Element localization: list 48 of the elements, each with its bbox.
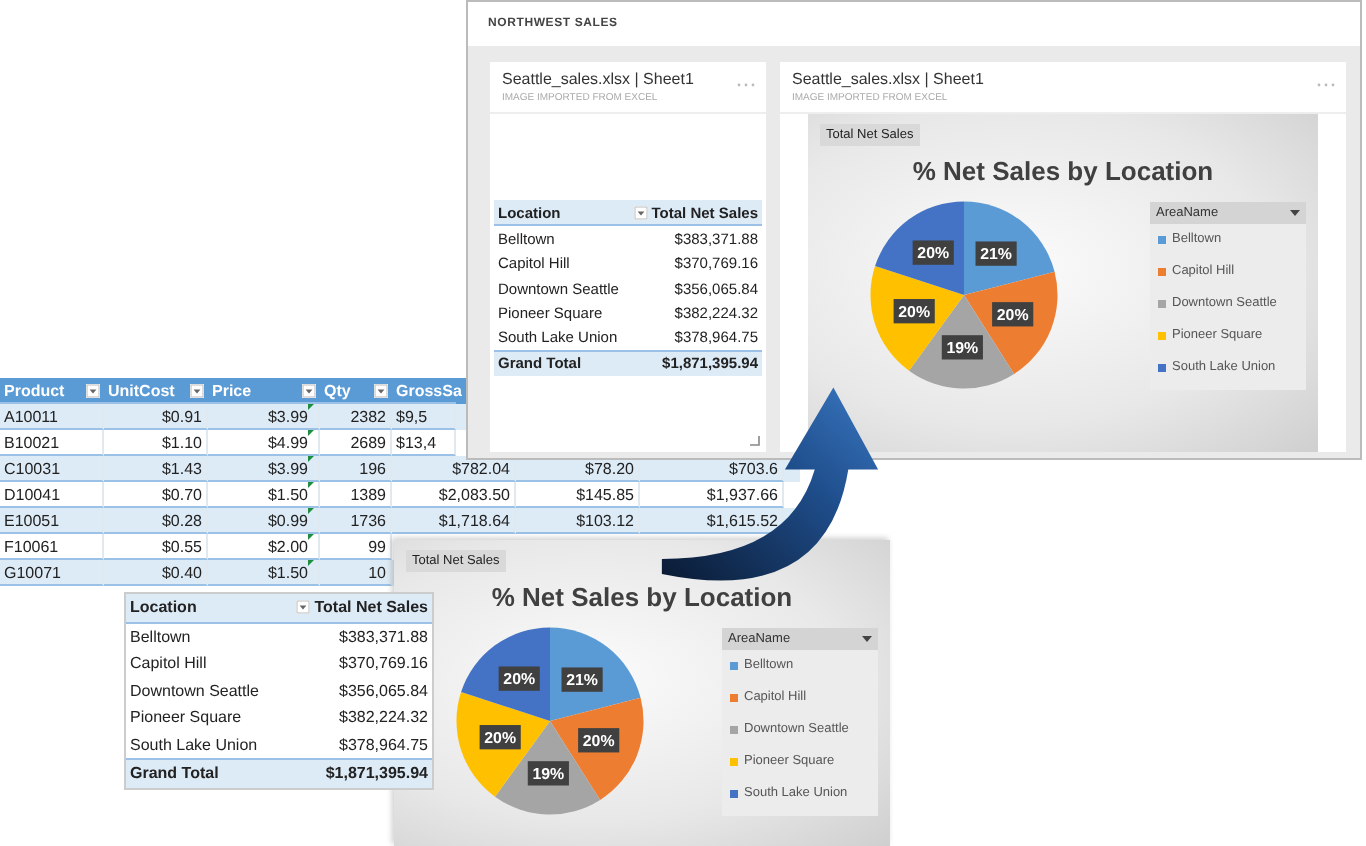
caret-icon[interactable]: [1290, 209, 1300, 215]
table-cell: G10071: [0, 560, 104, 586]
table-cell: $1,718.64: [392, 508, 516, 534]
table-cell: 10: [320, 560, 392, 586]
table-cell: $378,964.75: [339, 735, 428, 754]
table-cell: South Lake Union: [130, 735, 258, 754]
table-cell: $0.28: [104, 508, 208, 534]
filter-dropdown-icon[interactable]: [296, 600, 311, 615]
error-indicator-icon: [308, 456, 314, 462]
table-cell: $3.99: [208, 404, 320, 430]
table-cell: $0.40: [104, 560, 208, 586]
sort-filter-icon[interactable]: [86, 383, 100, 397]
table-cell: $383,371.88: [339, 627, 428, 646]
table-cell: $382,224.32: [339, 708, 428, 727]
total-value: $1,871,395.94: [325, 764, 428, 783]
table-cell: 2382: [320, 404, 392, 430]
table-cell: Downtown Seattle: [130, 681, 259, 700]
error-indicator-icon: [308, 560, 314, 566]
table-cell: Pioneer Square: [130, 708, 242, 727]
error-indicator-icon: [308, 508, 314, 514]
filter-dropdown-icon[interactable]: [633, 205, 648, 220]
dropdown-icon[interactable]: [302, 383, 316, 397]
table-cell: $0.99: [208, 508, 320, 534]
chart-title: % Net Sales by Location: [910, 156, 1216, 186]
table-cell: $9,5: [392, 404, 456, 430]
table-cell: Belltown: [130, 627, 191, 646]
table-cell: $1.43: [104, 456, 208, 482]
table-cell: 196: [320, 456, 392, 482]
tile-title: Seattle_sales.xlsx | Sheet1: [502, 70, 694, 88]
table-cell: 1736: [320, 508, 392, 534]
table-cell: $3.99: [208, 456, 320, 482]
table-cell: $1.50: [208, 560, 320, 586]
dropdown-icon[interactable]: [374, 383, 388, 397]
table-cell: A10011: [0, 404, 104, 430]
column-header: Location: [130, 598, 197, 617]
table-cell: Capitol Hill: [130, 654, 207, 673]
table-cell: $0.91: [104, 404, 208, 430]
table-cell: $103.12: [516, 508, 640, 534]
table-cell: E10051: [0, 508, 104, 534]
table-cell: C10031: [0, 456, 104, 482]
column-header: Total Net Sales: [314, 598, 428, 617]
tile-title: Seattle_sales.xlsx | Sheet1: [792, 70, 984, 88]
table-cell: $356,065.84: [339, 681, 428, 700]
table-cell: $370,769.16: [339, 654, 428, 673]
dropdown-icon[interactable]: [190, 383, 204, 397]
total-label: Grand Total: [130, 764, 219, 783]
resize-handle-icon[interactable]: [750, 436, 760, 446]
caret-icon[interactable]: [862, 635, 872, 641]
